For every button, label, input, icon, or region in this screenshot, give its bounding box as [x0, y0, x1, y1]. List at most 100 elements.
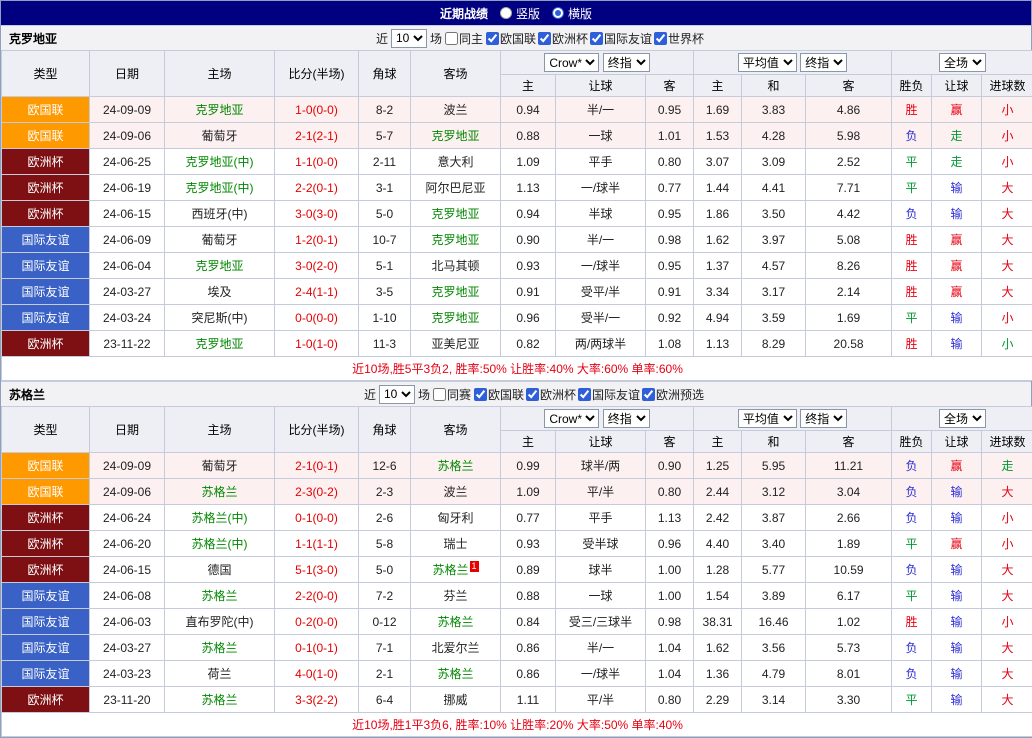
match-score[interactable]: 1-0(0-0)	[275, 97, 359, 123]
same-venue-checkbox[interactable]	[445, 32, 458, 45]
match-row: 国际友谊24-06-04克罗地亚3-0(2-0)5-1北马其顿0.93一/球半0…	[2, 253, 1032, 279]
match-score[interactable]: 3-0(2-0)	[275, 253, 359, 279]
league-filter-国际友谊[interactable]: 国际友谊	[590, 30, 652, 47]
competition-type: 欧国联	[2, 97, 90, 123]
match-score[interactable]: 3-0(3-0)	[275, 201, 359, 227]
asian-home-odds: 0.90	[501, 227, 556, 253]
asian-home-odds: 0.91	[501, 279, 556, 305]
match-score[interactable]: 0-1(0-1)	[275, 635, 359, 661]
fulltime-select[interactable]: 全场	[939, 409, 986, 428]
asian-handicap: 受半/一	[556, 305, 646, 331]
summary-row: 近10场,胜5平3负2, 胜率:50% 让胜率:40% 大率:60% 单率:60…	[2, 357, 1032, 381]
league-filter-国际友谊[interactable]: 国际友谊	[578, 386, 640, 403]
league-filter-欧洲杯[interactable]: 欧洲杯	[538, 30, 588, 47]
match-score[interactable]: 2-1(2-1)	[275, 123, 359, 149]
asian-odds-time-select[interactable]: 终指	[603, 53, 650, 72]
euro-away-odds: 20.58	[806, 331, 892, 357]
asian-away-odds: 1.00	[646, 557, 694, 583]
euro-home-odds: 1.54	[694, 583, 742, 609]
bookmaker-select[interactable]: Crow*	[544, 409, 599, 428]
league-label: 欧洲杯	[540, 386, 576, 403]
match-score[interactable]: 0-2(0-0)	[275, 609, 359, 635]
recent-label: 近	[364, 386, 376, 403]
league-checkbox[interactable]	[590, 32, 603, 45]
same-competition-checkbox[interactable]	[433, 388, 446, 401]
opponent-name: 亚美尼亚	[431, 337, 479, 351]
focus-team-name: 克罗地亚	[431, 129, 479, 143]
average-select[interactable]: 平均值	[738, 53, 797, 72]
match-date: 23-11-20	[90, 687, 165, 713]
result-outcome: 负	[892, 201, 932, 227]
league-checkbox[interactable]	[654, 32, 667, 45]
match-row: 欧国联24-09-06苏格兰2-3(0-2)2-3波兰1.09平/半0.802.…	[2, 479, 1032, 505]
match-score[interactable]: 2-4(1-1)	[275, 279, 359, 305]
match-date: 24-03-27	[90, 635, 165, 661]
league-filter-欧国联[interactable]: 欧国联	[474, 386, 524, 403]
league-checkbox[interactable]	[486, 32, 499, 45]
asian-handicap: 受三/三球半	[556, 609, 646, 635]
league-filter-欧洲杯[interactable]: 欧洲杯	[526, 386, 576, 403]
match-score[interactable]: 2-2(0-0)	[275, 583, 359, 609]
asian-odds-header: Crow* 终指	[501, 407, 694, 431]
asian-away-odds: 1.04	[646, 635, 694, 661]
match-date: 24-06-03	[90, 609, 165, 635]
asian-odds-time-select[interactable]: 终指	[603, 409, 650, 428]
euro-home-odds: 38.31	[694, 609, 742, 635]
league-checkbox[interactable]	[526, 388, 539, 401]
layout-vertical-radio[interactable]: 竖版	[500, 5, 540, 22]
result-handicap: 走	[932, 123, 982, 149]
result-outcome: 平	[892, 149, 932, 175]
match-row: 欧洲杯24-06-19克罗地亚(中)2-2(0-1)3-1阿尔巴尼亚1.13一/…	[2, 175, 1032, 201]
opponent-name: 芬兰	[443, 589, 467, 603]
same-venue-filter[interactable]: 同主	[445, 30, 483, 47]
league-checkbox[interactable]	[578, 388, 591, 401]
result-handicap: 输	[932, 201, 982, 227]
match-score[interactable]: 1-2(0-1)	[275, 227, 359, 253]
league-filter-欧洲预选[interactable]: 欧洲预选	[642, 386, 704, 403]
euro-odds-time-select[interactable]: 终指	[800, 53, 847, 72]
away-team: 苏格兰	[411, 453, 501, 479]
result-handicap: 赢	[932, 279, 982, 305]
layout-horizontal-radio[interactable]: 横版	[552, 5, 592, 22]
result-handicap: 赢	[932, 531, 982, 557]
match-score[interactable]: 5-1(3-0)	[275, 557, 359, 583]
euro-odds-time-select[interactable]: 终指	[800, 409, 847, 428]
match-score[interactable]: 2-2(0-1)	[275, 175, 359, 201]
match-score[interactable]: 2-1(0-1)	[275, 453, 359, 479]
subcol-handicap-result: 让球	[932, 431, 982, 453]
asian-handicap: 平手	[556, 149, 646, 175]
result-goals: 大	[982, 557, 1032, 583]
away-team: 波兰	[411, 479, 501, 505]
euro-draw-odds: 4.41	[742, 175, 806, 201]
match-score[interactable]: 4-0(1-0)	[275, 661, 359, 687]
same-competition-filter[interactable]: 同赛	[433, 386, 471, 403]
opponent-name: 意大利	[437, 155, 473, 169]
away-team: 克罗地亚	[411, 279, 501, 305]
league-filter-世界杯[interactable]: 世界杯	[654, 30, 704, 47]
match-score[interactable]: 1-1(0-0)	[275, 149, 359, 175]
league-checkbox[interactable]	[642, 388, 655, 401]
competition-type: 欧洲杯	[2, 175, 90, 201]
league-filter-欧国联[interactable]: 欧国联	[486, 30, 536, 47]
recent-count-select[interactable]: 10	[379, 385, 415, 404]
match-score[interactable]: 1-0(1-0)	[275, 331, 359, 357]
away-team: 克罗地亚	[411, 227, 501, 253]
match-score[interactable]: 0-1(0-0)	[275, 505, 359, 531]
fulltime-select[interactable]: 全场	[939, 53, 986, 72]
result-handicap: 走	[932, 149, 982, 175]
recent-count-select[interactable]: 10	[391, 29, 427, 48]
match-score[interactable]: 1-1(1-1)	[275, 531, 359, 557]
league-checkbox[interactable]	[538, 32, 551, 45]
match-score[interactable]: 0-0(0-0)	[275, 305, 359, 331]
bookmaker-select[interactable]: Crow*	[544, 53, 599, 72]
match-score[interactable]: 3-3(2-2)	[275, 687, 359, 713]
euro-home-odds: 4.94	[694, 305, 742, 331]
euro-away-odds: 8.01	[806, 661, 892, 687]
home-team: 苏格兰(中)	[165, 531, 275, 557]
asian-handicap: 球半/两	[556, 453, 646, 479]
league-checkbox[interactable]	[474, 388, 487, 401]
summary-row: 近10场,胜1平3负6, 胜率:10% 让胜率:20% 大率:50% 单率:40…	[2, 713, 1032, 737]
corners: 8-2	[359, 97, 411, 123]
match-score[interactable]: 2-3(0-2)	[275, 479, 359, 505]
average-select[interactable]: 平均值	[738, 409, 797, 428]
